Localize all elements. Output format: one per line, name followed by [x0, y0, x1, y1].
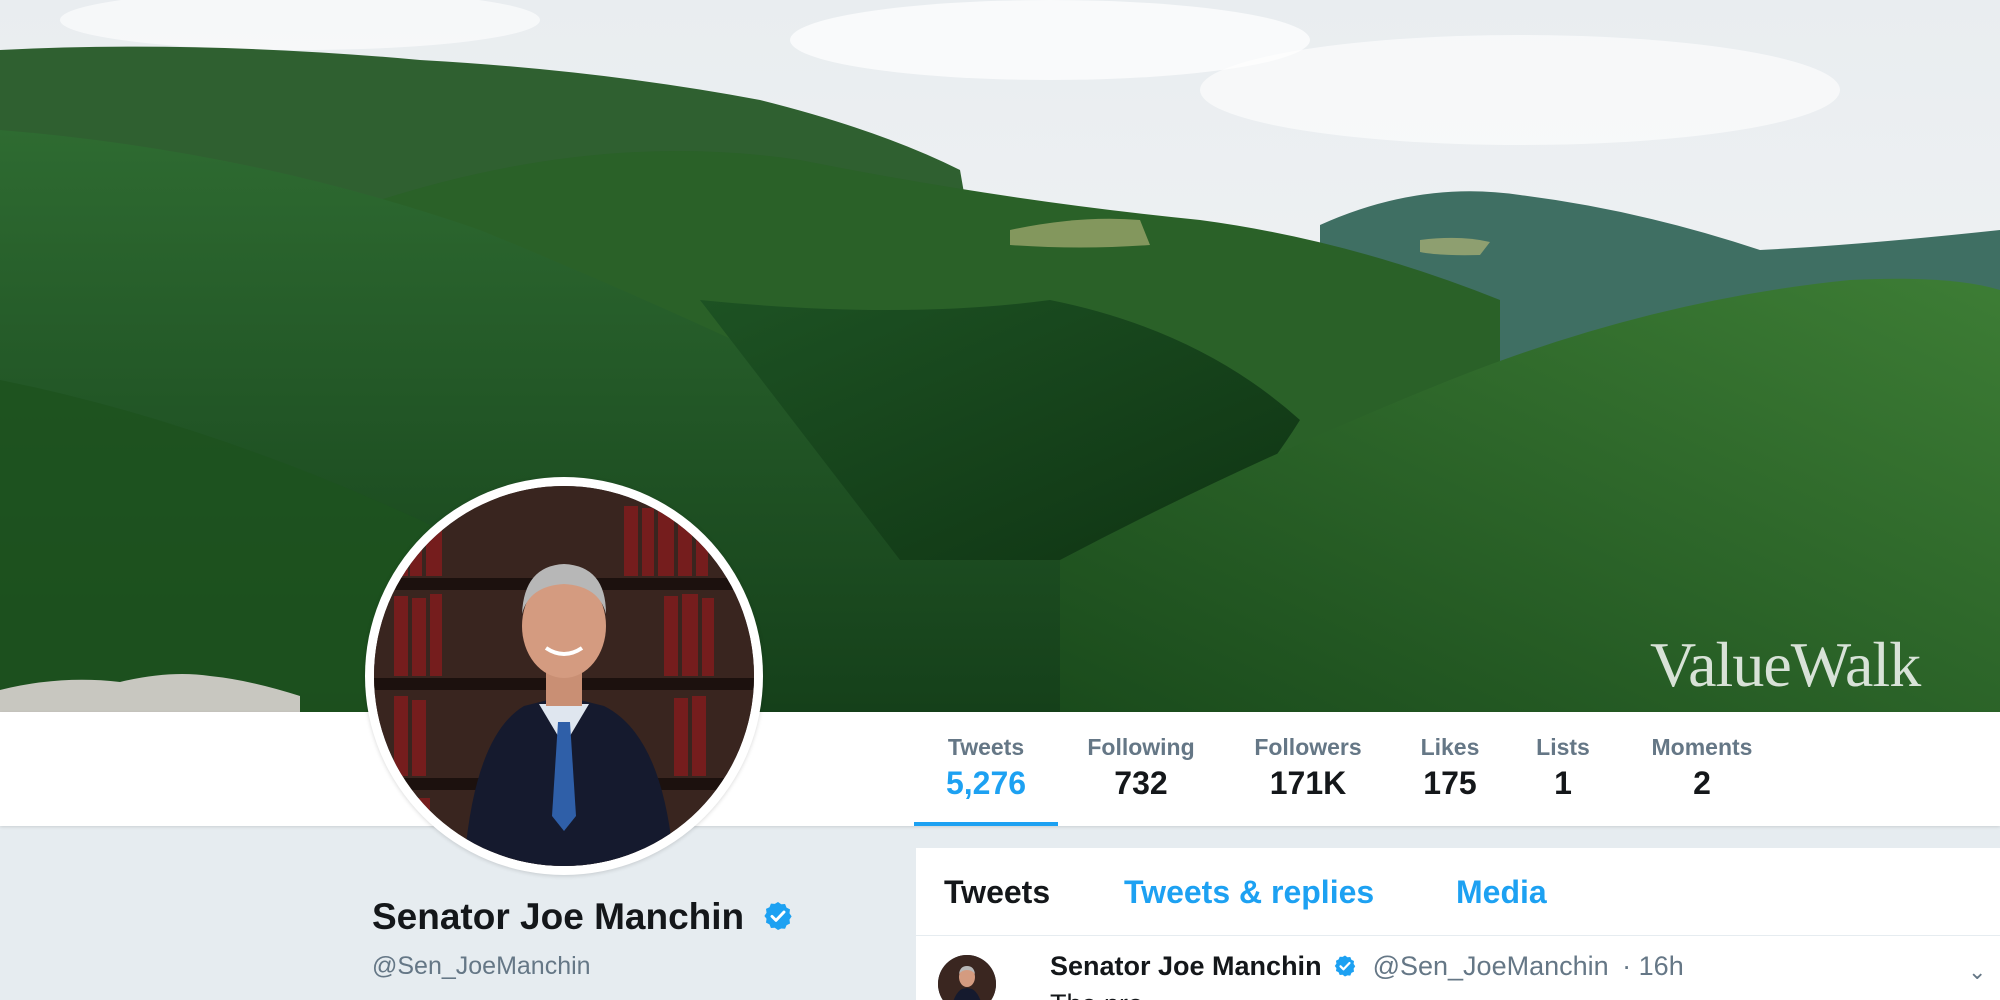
stat-value: 171K [1269, 765, 1347, 801]
stat-value: 1 [1554, 765, 1572, 801]
tweet-author-handle[interactable]: @Sen_JoeManchin [1373, 951, 1609, 981]
tab-tweets[interactable]: Tweets [944, 874, 1050, 911]
stat-value: 2 [1693, 765, 1711, 801]
stat-tweets[interactable]: Tweets 5,276 [930, 734, 1042, 802]
stat-lists[interactable]: Lists 1 [1526, 734, 1600, 802]
stat-label: Likes [1420, 734, 1480, 760]
stat-label: Tweets [947, 734, 1025, 760]
tweet-author-name[interactable]: Senator Joe Manchin [1050, 951, 1322, 981]
stat-moments[interactable]: Moments 2 [1640, 734, 1764, 802]
stat-value: 5,276 [945, 765, 1027, 801]
tweet-header: Senator Joe Manchin @Sen_JoeManchin · 16… [1050, 951, 1684, 982]
tweet-timestamp[interactable]: · 16h [1622, 951, 1684, 981]
chevron-down-icon[interactable]: ⌄ [1968, 959, 1986, 985]
profile-nav-bar: Tweets 5,276 Following 732 Followers 171… [0, 712, 2000, 826]
avatar-photo [374, 486, 754, 866]
tab-media[interactable]: Media [1456, 874, 1547, 911]
tweet-author-avatar[interactable] [938, 955, 996, 1000]
verified-badge-icon [1334, 955, 1356, 977]
profile-name: Senator Joe Manchin [372, 896, 794, 938]
profile-avatar[interactable] [365, 477, 763, 875]
tweet-text: The pro... [1050, 989, 1950, 1000]
stat-followers[interactable]: Followers 171K [1244, 734, 1372, 802]
stat-label: Followers [1254, 734, 1362, 760]
stat-label: Moments [1651, 734, 1753, 760]
tweet-item[interactable]: Senator Joe Manchin @Sen_JoeManchin · 16… [916, 937, 2000, 1000]
tweet-avatar-photo [938, 955, 996, 1000]
banner-landscape-image [0, 0, 2000, 712]
profile-name-text: Senator Joe Manchin [372, 896, 745, 937]
profile-banner: ValueWalk [0, 0, 2000, 712]
profile-handle: @Sen_JoeManchin [372, 952, 591, 980]
stat-value: 175 [1423, 765, 1477, 801]
stat-label: Following [1087, 734, 1195, 760]
timeline: Tweets Tweets & replies Media Senator Jo… [916, 848, 2000, 1000]
timeline-tabs: Tweets Tweets & replies Media [916, 848, 2000, 936]
valuewalk-watermark: ValueWalk [1650, 629, 1921, 700]
verified-badge-icon [764, 902, 793, 930]
stat-label: Lists [1536, 734, 1590, 760]
stat-value: 732 [1114, 765, 1168, 801]
stat-following[interactable]: Following 732 [1076, 734, 1206, 802]
active-stat-underline [914, 822, 1058, 826]
tab-tweets-and-replies[interactable]: Tweets & replies [1124, 874, 1374, 911]
stat-likes[interactable]: Likes 175 [1408, 734, 1492, 802]
